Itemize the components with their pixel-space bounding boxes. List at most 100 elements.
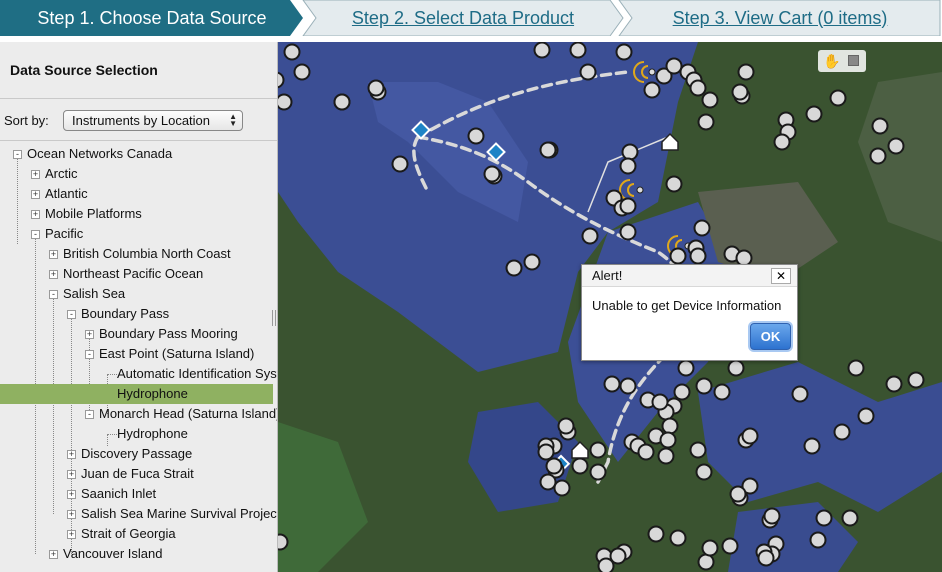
instrument-marker[interactable]	[737, 63, 755, 81]
ok-button[interactable]: OK	[750, 323, 791, 350]
instrument-marker[interactable]	[278, 93, 293, 111]
instrument-marker[interactable]	[669, 529, 687, 547]
instrument-marker[interactable]	[657, 447, 675, 465]
tree-node[interactable]: + Discovery Passage	[64, 444, 192, 464]
instrument-marker[interactable]	[537, 443, 555, 461]
expand-icon[interactable]: +	[67, 490, 76, 499]
instrument-marker[interactable]	[621, 143, 639, 161]
instrument-marker[interactable]	[571, 457, 589, 475]
instrument-marker[interactable]	[673, 383, 691, 401]
tree-node-label[interactable]: Monarch Head (Saturna Island)	[82, 406, 277, 421]
instrument-marker[interactable]	[539, 473, 557, 491]
instrument-marker[interactable]	[689, 247, 707, 265]
tree-node-label[interactable]: Boundary Pass	[64, 306, 169, 321]
instrument-marker[interactable]	[661, 417, 679, 435]
instrument-marker[interactable]	[791, 385, 809, 403]
instrument-marker[interactable]	[647, 525, 665, 543]
instrument-marker[interactable]	[619, 197, 637, 215]
instrument-marker[interactable]	[669, 247, 687, 265]
instrument-marker[interactable]	[391, 155, 409, 173]
instrument-marker[interactable]	[677, 359, 695, 377]
instrument-marker[interactable]	[651, 393, 669, 411]
tree-node-label[interactable]: Boundary Pass Mooring	[82, 326, 238, 341]
instrument-marker[interactable]	[695, 463, 713, 481]
instrument-marker[interactable]	[619, 377, 637, 395]
instrument-marker[interactable]	[841, 509, 859, 527]
step-3-link[interactable]: Step 3. View Cart (0 items)	[618, 0, 942, 36]
expand-icon[interactable]: +	[31, 190, 40, 199]
instrument-marker[interactable]	[603, 375, 621, 393]
instrument-marker[interactable]	[333, 93, 351, 111]
tree-node[interactable]: + Northeast Pacific Ocean	[46, 264, 203, 284]
tree-node[interactable]: - Monarch Head (Saturna Island)	[82, 404, 277, 424]
tree-node-label[interactable]: British Columbia North Coast	[46, 246, 231, 261]
instrument-marker[interactable]	[609, 547, 627, 565]
instrument-marker[interactable]	[579, 63, 597, 81]
instrument-marker[interactable]	[539, 141, 557, 159]
instrument-marker[interactable]	[727, 359, 745, 377]
tree-node[interactable]: + Vancouver Island	[46, 544, 163, 564]
step-1-tab[interactable]: Step 1. Choose Data Source	[0, 0, 304, 36]
instrument-marker[interactable]	[741, 427, 759, 445]
instrument-marker[interactable]	[763, 507, 781, 525]
tree-node-label[interactable]: Strait of Georgia	[64, 526, 176, 541]
instrument-marker[interactable]	[729, 485, 747, 503]
tree-node-label[interactable]: Vancouver Island	[46, 546, 163, 561]
instrument-marker[interactable]	[697, 553, 715, 571]
instrument-marker[interactable]	[523, 253, 541, 271]
instrument-marker[interactable]	[637, 443, 655, 461]
instrument-marker[interactable]	[581, 227, 599, 245]
instrument-marker[interactable]	[721, 537, 739, 555]
step-2-label[interactable]: Step 2. Select Data Product	[352, 8, 574, 29]
tree-node[interactable]: - East Point (Saturna Island)	[82, 344, 254, 364]
collapse-icon[interactable]: -	[85, 350, 94, 359]
tree-node-label[interactable]: Salish Sea Marine Survival Project	[64, 506, 277, 521]
instrument-marker[interactable]	[619, 223, 637, 241]
instrument-marker[interactable]	[589, 463, 607, 481]
tree-node[interactable]: - Salish Sea	[46, 284, 125, 304]
instrument-marker[interactable]	[553, 479, 571, 497]
close-icon[interactable]: ✕	[771, 268, 791, 284]
instrument-marker[interactable]	[701, 539, 719, 557]
instrument-marker[interactable]	[693, 219, 711, 237]
instrument-marker[interactable]	[713, 383, 731, 401]
collapse-icon[interactable]: -	[13, 150, 22, 159]
instrument-marker[interactable]	[483, 165, 501, 183]
expand-icon[interactable]: +	[67, 450, 76, 459]
instrument-marker[interactable]	[833, 423, 851, 441]
expand-icon[interactable]: +	[67, 530, 76, 539]
instrument-marker[interactable]	[505, 259, 523, 277]
instrument-marker[interactable]	[803, 437, 821, 455]
sort-select[interactable]: Instruments by Location ▲ ▼	[63, 110, 243, 131]
tree-node-label[interactable]: Ocean Networks Canada	[10, 146, 172, 161]
instrument-marker[interactable]	[665, 57, 683, 75]
tree-node-label[interactable]: Hydrophone	[117, 426, 188, 441]
instrument-marker[interactable]	[557, 417, 575, 435]
instrument-marker[interactable]	[907, 371, 925, 389]
tree-node-label[interactable]: Automatic Identification System	[117, 366, 277, 381]
tree-node-label[interactable]: East Point (Saturna Island)	[82, 346, 254, 361]
instrument-marker[interactable]	[615, 43, 633, 61]
collapse-icon[interactable]: -	[31, 230, 40, 239]
instrument-marker[interactable]	[283, 43, 301, 61]
tree-leaf[interactable]: Hydrophone	[117, 424, 188, 444]
tree-node[interactable]: + Saanich Inlet	[64, 484, 156, 504]
instrument-marker[interactable]	[757, 549, 775, 567]
tree-node[interactable]: + Boundary Pass Mooring	[82, 324, 238, 344]
step-2-link[interactable]: Step 2. Select Data Product	[302, 0, 624, 36]
instrument-marker[interactable]	[887, 137, 905, 155]
instrument-marker[interactable]	[367, 79, 385, 97]
instrument-marker[interactable]	[869, 147, 887, 165]
tree-node[interactable]: + Mobile Platforms	[28, 204, 142, 224]
instrument-marker[interactable]	[809, 531, 827, 549]
tree-node[interactable]: + Strait of Georgia	[64, 524, 176, 544]
tree-leaf-selected[interactable]: Hydrophone	[0, 384, 273, 404]
box-zoom-icon[interactable]	[848, 55, 859, 66]
tree-node-label[interactable]: Discovery Passage	[64, 446, 192, 461]
instrument-marker[interactable]	[659, 431, 677, 449]
instrument-marker[interactable]	[665, 175, 683, 193]
instrument-marker[interactable]	[278, 533, 289, 551]
instrument-marker[interactable]	[871, 117, 889, 135]
instrument-marker[interactable]	[885, 375, 903, 393]
instrument-marker[interactable]	[701, 91, 719, 109]
